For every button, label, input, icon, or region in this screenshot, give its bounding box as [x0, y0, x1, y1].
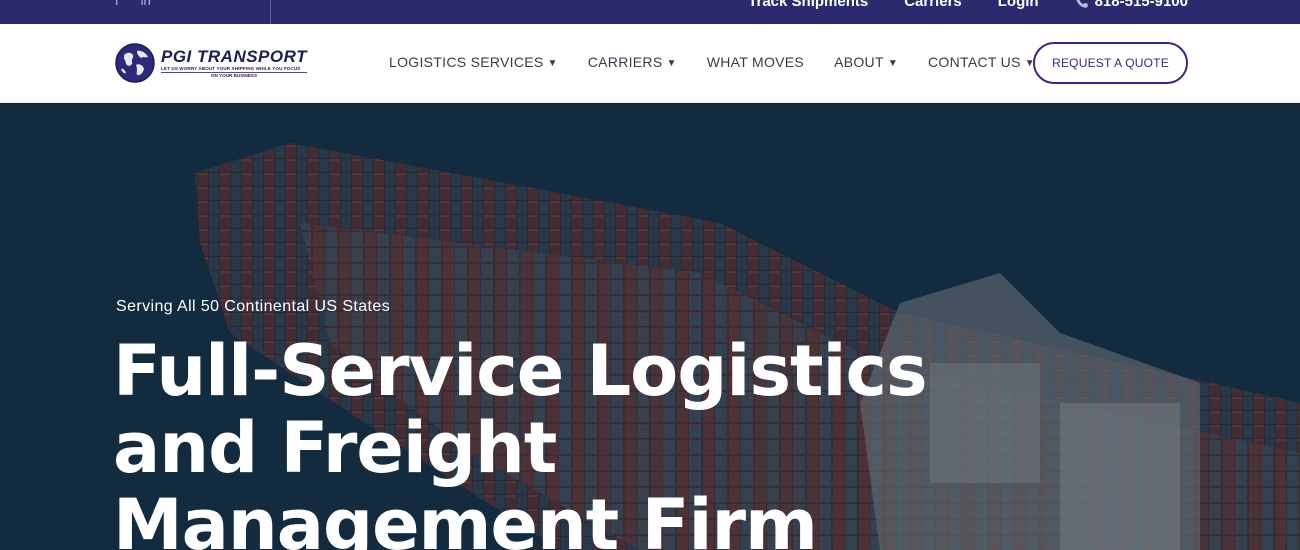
- request-quote-button[interactable]: REQUEST A QUOTE: [1033, 42, 1188, 84]
- nav-label: LOGISTICS SERVICES: [389, 54, 544, 70]
- hero-section: Serving All 50 Continental US States Ful…: [0, 103, 1300, 550]
- topbar-divider: [270, 0, 271, 24]
- track-shipments-link[interactable]: Track Shipments: [748, 0, 868, 10]
- phone-link[interactable]: 818-515-9100: [1075, 0, 1188, 10]
- main-header: PGI TRANSPORT LET US WORRY ABOUT YOUR SH…: [0, 24, 1300, 103]
- top-utility-bar: f in Track Shipments Carriers Login 818-…: [0, 0, 1300, 24]
- nav-about[interactable]: ABOUT ▼: [834, 54, 898, 70]
- logo-brand: PGI TRANSPORT: [161, 46, 307, 66]
- social-links: f in: [115, 0, 151, 8]
- logo-text: PGI TRANSPORT LET US WORRY ABOUT YOUR SH…: [161, 46, 307, 79]
- nav-label: ABOUT: [834, 54, 884, 70]
- topbar-links: Track Shipments Carriers Login 818-515-9…: [748, 0, 1188, 10]
- phone-number: 818-515-9100: [1094, 0, 1188, 10]
- login-link[interactable]: Login: [998, 0, 1039, 10]
- nav-logistics-services[interactable]: LOGISTICS SERVICES ▼: [389, 54, 558, 70]
- nav-carriers[interactable]: CARRIERS ▼: [588, 54, 677, 70]
- facebook-icon[interactable]: f: [115, 0, 119, 8]
- chevron-down-icon: ▼: [666, 57, 677, 69]
- logo-tagline-2: ON YOUR BUSINESS: [161, 71, 307, 79]
- hero-eyebrow: Serving All 50 Continental US States: [116, 298, 391, 315]
- phone-icon: [1076, 0, 1088, 8]
- main-nav: LOGISTICS SERVICES ▼ CARRIERS ▼ WHAT MOV…: [389, 54, 1035, 70]
- chevron-down-icon: ▼: [887, 57, 899, 69]
- hero-title: Full-Service Logistics and Freight Manag…: [113, 333, 933, 550]
- hero-title-line-1: Full-Service Logistics: [113, 330, 928, 412]
- carriers-link[interactable]: Carriers: [904, 0, 962, 10]
- site-logo[interactable]: PGI TRANSPORT LET US WORRY ABOUT YOUR SH…: [115, 43, 307, 83]
- chevron-down-icon: ▼: [547, 57, 558, 69]
- hero-title-line-2: and Freight: [113, 407, 557, 489]
- logo-tagline: LET US WORRY ABOUT YOUR SHIPPING WHILE Y…: [161, 65, 301, 71]
- nav-contact-us[interactable]: CONTACT US ▼: [928, 54, 1035, 70]
- nav-label: CARRIERS: [587, 54, 663, 70]
- nav-what-moves[interactable]: WHAT MOVES: [707, 54, 804, 70]
- hero-title-line-3: Management Firm: [113, 484, 818, 550]
- linkedin-icon[interactable]: in: [141, 0, 151, 8]
- nav-label: WHAT MOVES: [706, 54, 805, 70]
- globe-icon: [115, 43, 155, 83]
- nav-label: CONTACT US: [928, 54, 1021, 70]
